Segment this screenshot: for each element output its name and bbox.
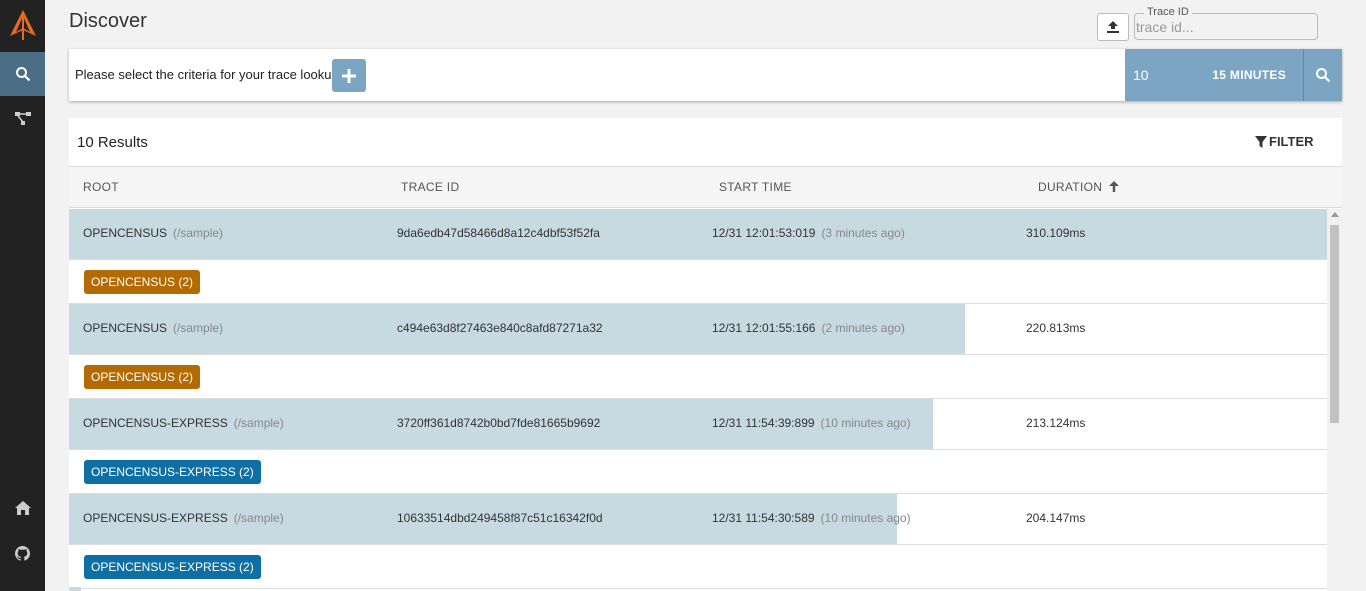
add-criteria-button[interactable] xyxy=(332,59,366,92)
trace-id-cell: c494e63d8f27463e840c8afd87271a32 xyxy=(397,321,603,335)
duration-cell: 310.109ms xyxy=(1026,226,1086,240)
relative-time: (10 minutes ago) xyxy=(820,416,911,430)
github-icon xyxy=(15,545,30,561)
trace-row[interactable]: OPENCENSUS-EXPRESS (/sample) 10633514dbd24… xyxy=(69,494,1327,545)
service-tags-row: OPENCENSUS (2) xyxy=(69,355,1327,399)
service-badge[interactable]: OPENCENSUS-EXPRESS (2) xyxy=(84,460,261,484)
results-list: OPENCENSUS (/sample) 9da6edb47d58466d8a12c… xyxy=(69,209,1327,591)
service-tags-row: OPENCENSUS-EXPRESS (2) xyxy=(69,450,1327,494)
sidebar-item-dependencies[interactable] xyxy=(0,96,45,140)
column-start-time[interactable]: START TIME xyxy=(719,180,792,194)
results-header: 10 Results FILTER xyxy=(69,118,1342,167)
root-cell: OPENCENSUS (/sample) xyxy=(83,321,223,335)
trace-row[interactable]: OPENCENSUS (/sample) c494e63d8f27463e840c8… xyxy=(69,304,1327,355)
limit-lookback-selector[interactable]: 10 15 MINUTES xyxy=(1125,49,1303,101)
root-service: OPENCENSUS xyxy=(83,321,168,335)
home-icon xyxy=(14,501,31,515)
search-icon xyxy=(15,67,30,82)
page-title: Discover xyxy=(69,10,147,32)
root-path: (/sample) xyxy=(173,321,224,335)
start-time-cell: 12/31 12:01:53:019 (3 minutes ago) xyxy=(712,226,905,240)
service-badge[interactable]: OPENCENSUS (2) xyxy=(84,270,201,294)
service-badge[interactable]: OPENCENSUS-EXPRESS (2) xyxy=(84,555,261,579)
trace-id-cell: 10633514dbd249458f87c51c16342f0d xyxy=(397,511,603,525)
dependencies-icon xyxy=(14,112,31,125)
root-cell: OPENCENSUS-EXPRESS (/sample) xyxy=(83,511,284,525)
search-button[interactable] xyxy=(1303,49,1342,101)
duration-bar xyxy=(69,209,1327,259)
start-time-value: 12/31 12:01:53:019 xyxy=(712,226,816,240)
sidebar-item-search[interactable] xyxy=(0,52,45,96)
root-path: (/sample) xyxy=(233,511,284,525)
upload-button[interactable] xyxy=(1097,13,1129,41)
service-tags-row: OPENCENSUS (2) xyxy=(69,260,1327,304)
sidebar xyxy=(0,0,45,591)
filter-label: FILTER xyxy=(1269,134,1314,149)
trace-id-input[interactable] xyxy=(1136,17,1314,37)
sidebar-item-github[interactable] xyxy=(0,531,45,575)
root-cell: OPENCENSUS (/sample) xyxy=(83,226,223,240)
start-time-cell: 12/31 11:54:30:589 (10 minutes ago) xyxy=(712,511,911,525)
scroll-up-arrow-icon[interactable] xyxy=(1331,212,1339,217)
filter-icon xyxy=(1255,135,1267,148)
trace-id-cell: 9da6edb47d58466d8a12c4dbf53f52fa xyxy=(397,226,600,240)
upload-icon xyxy=(1107,21,1119,33)
service-tags-row: OPENCENSUS-EXPRESS (2) xyxy=(69,545,1327,589)
service-badge[interactable]: OPENCENSUS (2) xyxy=(84,365,201,389)
trace-row[interactable]: OPENCENSUS-EXPRESS (/sample) 3720ff361d874… xyxy=(69,399,1327,450)
lookback-value[interactable]: 15 MINUTES xyxy=(1212,68,1286,82)
start-time-cell: 12/31 11:54:39:899 (10 minutes ago) xyxy=(712,416,911,430)
scroll-thumb[interactable] xyxy=(1330,225,1339,423)
table-header: ROOT TRACE ID START TIME DURATION xyxy=(69,167,1342,208)
trace-id-cell: 3720ff361d8742b0bd7fde81665b9692 xyxy=(397,416,601,430)
zipkin-logo-icon[interactable] xyxy=(0,0,45,50)
root-service: OPENCENSUS xyxy=(83,226,168,240)
root-path: (/sample) xyxy=(233,416,284,430)
start-time-value: 12/31 12:01:55:166 xyxy=(712,321,816,335)
relative-time: (10 minutes ago) xyxy=(820,511,911,525)
trace-row[interactable]: OPENCENSUS (/sample) 9da6edb47d58466d8a12c… xyxy=(69,209,1327,260)
results-count: 10 Results xyxy=(77,134,148,151)
start-time-value: 12/31 11:54:39:899 xyxy=(712,416,815,430)
root-cell: OPENCENSUS-EXPRESS (/sample) xyxy=(83,416,284,430)
duration-cell: 220.813ms xyxy=(1026,321,1086,335)
root-service: OPENCENSUS-EXPRESS xyxy=(83,416,228,430)
column-root[interactable]: ROOT xyxy=(83,180,119,194)
criteria-bar: Please select the criteria for your trac… xyxy=(69,49,1342,101)
criteria-prompt[interactable]: Please select the criteria for your trac… xyxy=(75,67,339,82)
column-trace-id[interactable]: TRACE ID xyxy=(401,180,459,194)
search-icon xyxy=(1316,68,1331,83)
arrow-up-icon xyxy=(1108,181,1119,192)
root-service: OPENCENSUS-EXPRESS xyxy=(83,511,228,525)
start-time-value: 12/31 11:54:30:589 xyxy=(712,511,815,525)
filter-button[interactable]: FILTER xyxy=(1255,134,1314,149)
results-scrollbar[interactable] xyxy=(1327,209,1342,591)
limit-value[interactable]: 10 xyxy=(1133,67,1149,83)
results-panel: 10 Results FILTER ROOT TRACE ID START TI… xyxy=(69,118,1342,591)
sidebar-item-home[interactable] xyxy=(0,486,45,530)
duration-cell: 213.124ms xyxy=(1026,416,1086,430)
relative-time: (3 minutes ago) xyxy=(821,226,905,240)
root-path: (/sample) xyxy=(173,226,224,240)
column-duration-label: DURATION xyxy=(1038,180,1103,194)
column-duration[interactable]: DURATION xyxy=(1038,180,1119,194)
relative-time: (2 minutes ago) xyxy=(821,321,905,335)
start-time-cell: 12/31 12:01:55:166 (2 minutes ago) xyxy=(712,321,905,335)
duration-cell: 204.147ms xyxy=(1026,511,1086,525)
plus-icon xyxy=(342,68,356,83)
next-row-bar xyxy=(69,587,81,591)
